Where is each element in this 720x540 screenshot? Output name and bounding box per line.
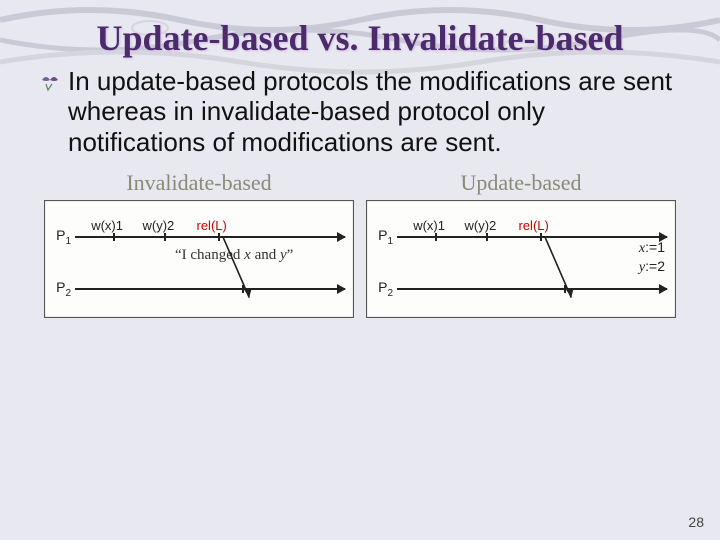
left-p2-arrow [75,288,345,290]
right-p1-arrow: w(x)1 w(y)2 rel(L) [397,236,667,238]
right-ev3: rel(L) [519,218,549,233]
body-text: In update-based protocols the modificati… [68,66,680,158]
left-ev3: rel(L) [197,218,227,233]
right-p2-arrow [397,288,667,290]
left-p2-label: P2 [53,279,71,299]
left-p2-timeline: P2 [53,267,345,311]
right-p2-timeline: P2 [375,267,667,311]
left-p1-arrow: w(x)1 w(y)2 rel(L) [75,236,345,238]
bullet-icon [40,76,60,92]
right-box: P1 w(x)1 w(y)2 rel(L) x:=1 y:=2 P2 [366,200,676,318]
diagram-row: Invalidate-based P1 w(x)1 w(y)2 rel(L) “… [40,170,680,318]
right-ev1: w(x)1 [413,218,445,233]
left-heading: Invalidate-based [44,170,354,196]
slide-title: Update-based vs. Invalidate-based [40,20,680,58]
right-p1-label: P1 [375,227,393,247]
right-p2-label: P2 [375,279,393,299]
right-ev2: w(y)2 [465,218,497,233]
right-diagram: Update-based P1 w(x)1 w(y)2 rel(L) x:=1 [366,170,676,318]
left-quote: “I changed x and y” [175,247,293,264]
left-p1-label: P1 [53,227,71,247]
left-ev2: w(y)2 [143,218,175,233]
bullet-row: In update-based protocols the modificati… [40,66,680,158]
page-number: 28 [688,514,704,530]
left-diagram: Invalidate-based P1 w(x)1 w(y)2 rel(L) “… [44,170,354,318]
left-box: P1 w(x)1 w(y)2 rel(L) “I changed x and y… [44,200,354,318]
right-heading: Update-based [366,170,676,196]
left-ev1: w(x)1 [91,218,123,233]
right-p1-timeline: P1 w(x)1 w(y)2 rel(L) [375,215,667,259]
